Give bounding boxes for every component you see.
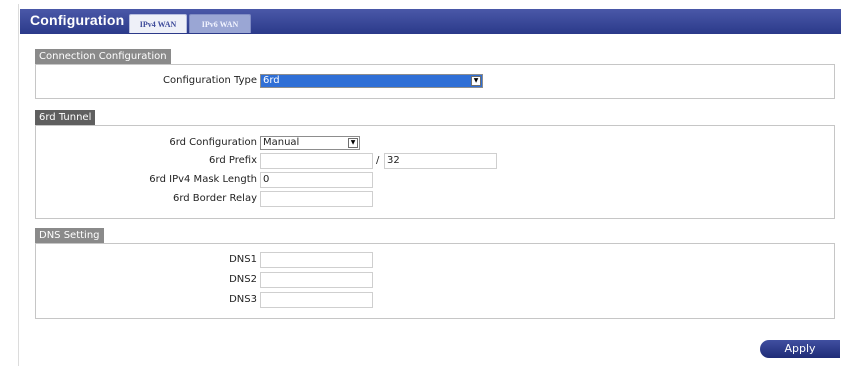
prefix-separator: / [376, 155, 380, 166]
tab-ipv4-wan[interactable]: IPv4 WAN [129, 14, 187, 33]
6rd-border-relay-input[interactable] [260, 191, 373, 207]
chevron-down-icon[interactable]: ▼ [348, 138, 358, 148]
dns1-label: DNS1 [229, 254, 257, 265]
apply-button[interactable]: Apply [760, 340, 840, 358]
dns1-input[interactable] [260, 252, 373, 268]
6rd-border-relay-label: 6rd Border Relay [172, 193, 257, 204]
dns3-input[interactable] [260, 292, 373, 308]
section-title-tunnel: 6rd Tunnel [35, 110, 96, 125]
config-type-label: Configuration Type [163, 75, 257, 86]
config-type-value: 6rd [263, 75, 280, 86]
6rd-config-value: Manual [263, 137, 300, 148]
6rd-mask-length-label: 6rd IPv4 Mask Length [149, 174, 257, 185]
6rd-config-label: 6rd Configuration [169, 137, 257, 148]
6rd-prefix-label: 6rd Prefix [209, 155, 257, 166]
dns2-label: DNS2 [229, 274, 257, 285]
section-title-connection: Connection Configuration [35, 49, 171, 64]
6rd-config-select[interactable]: Manual ▼ [260, 136, 360, 150]
6rd-prefix-length-input[interactable]: 32 [384, 153, 497, 169]
chevron-down-icon[interactable]: ▼ [471, 76, 481, 86]
page-title: Configuration [30, 12, 125, 28]
tab-ipv6-wan[interactable]: IPv6 WAN [189, 14, 251, 33]
6rd-prefix-input[interactable] [260, 153, 373, 169]
section-title-dns: DNS Setting [35, 228, 104, 243]
6rd-mask-length-input[interactable]: 0 [260, 172, 373, 188]
config-type-select[interactable]: 6rd ▼ [260, 74, 483, 88]
dns2-input[interactable] [260, 272, 373, 288]
dns3-label: DNS3 [229, 294, 257, 305]
